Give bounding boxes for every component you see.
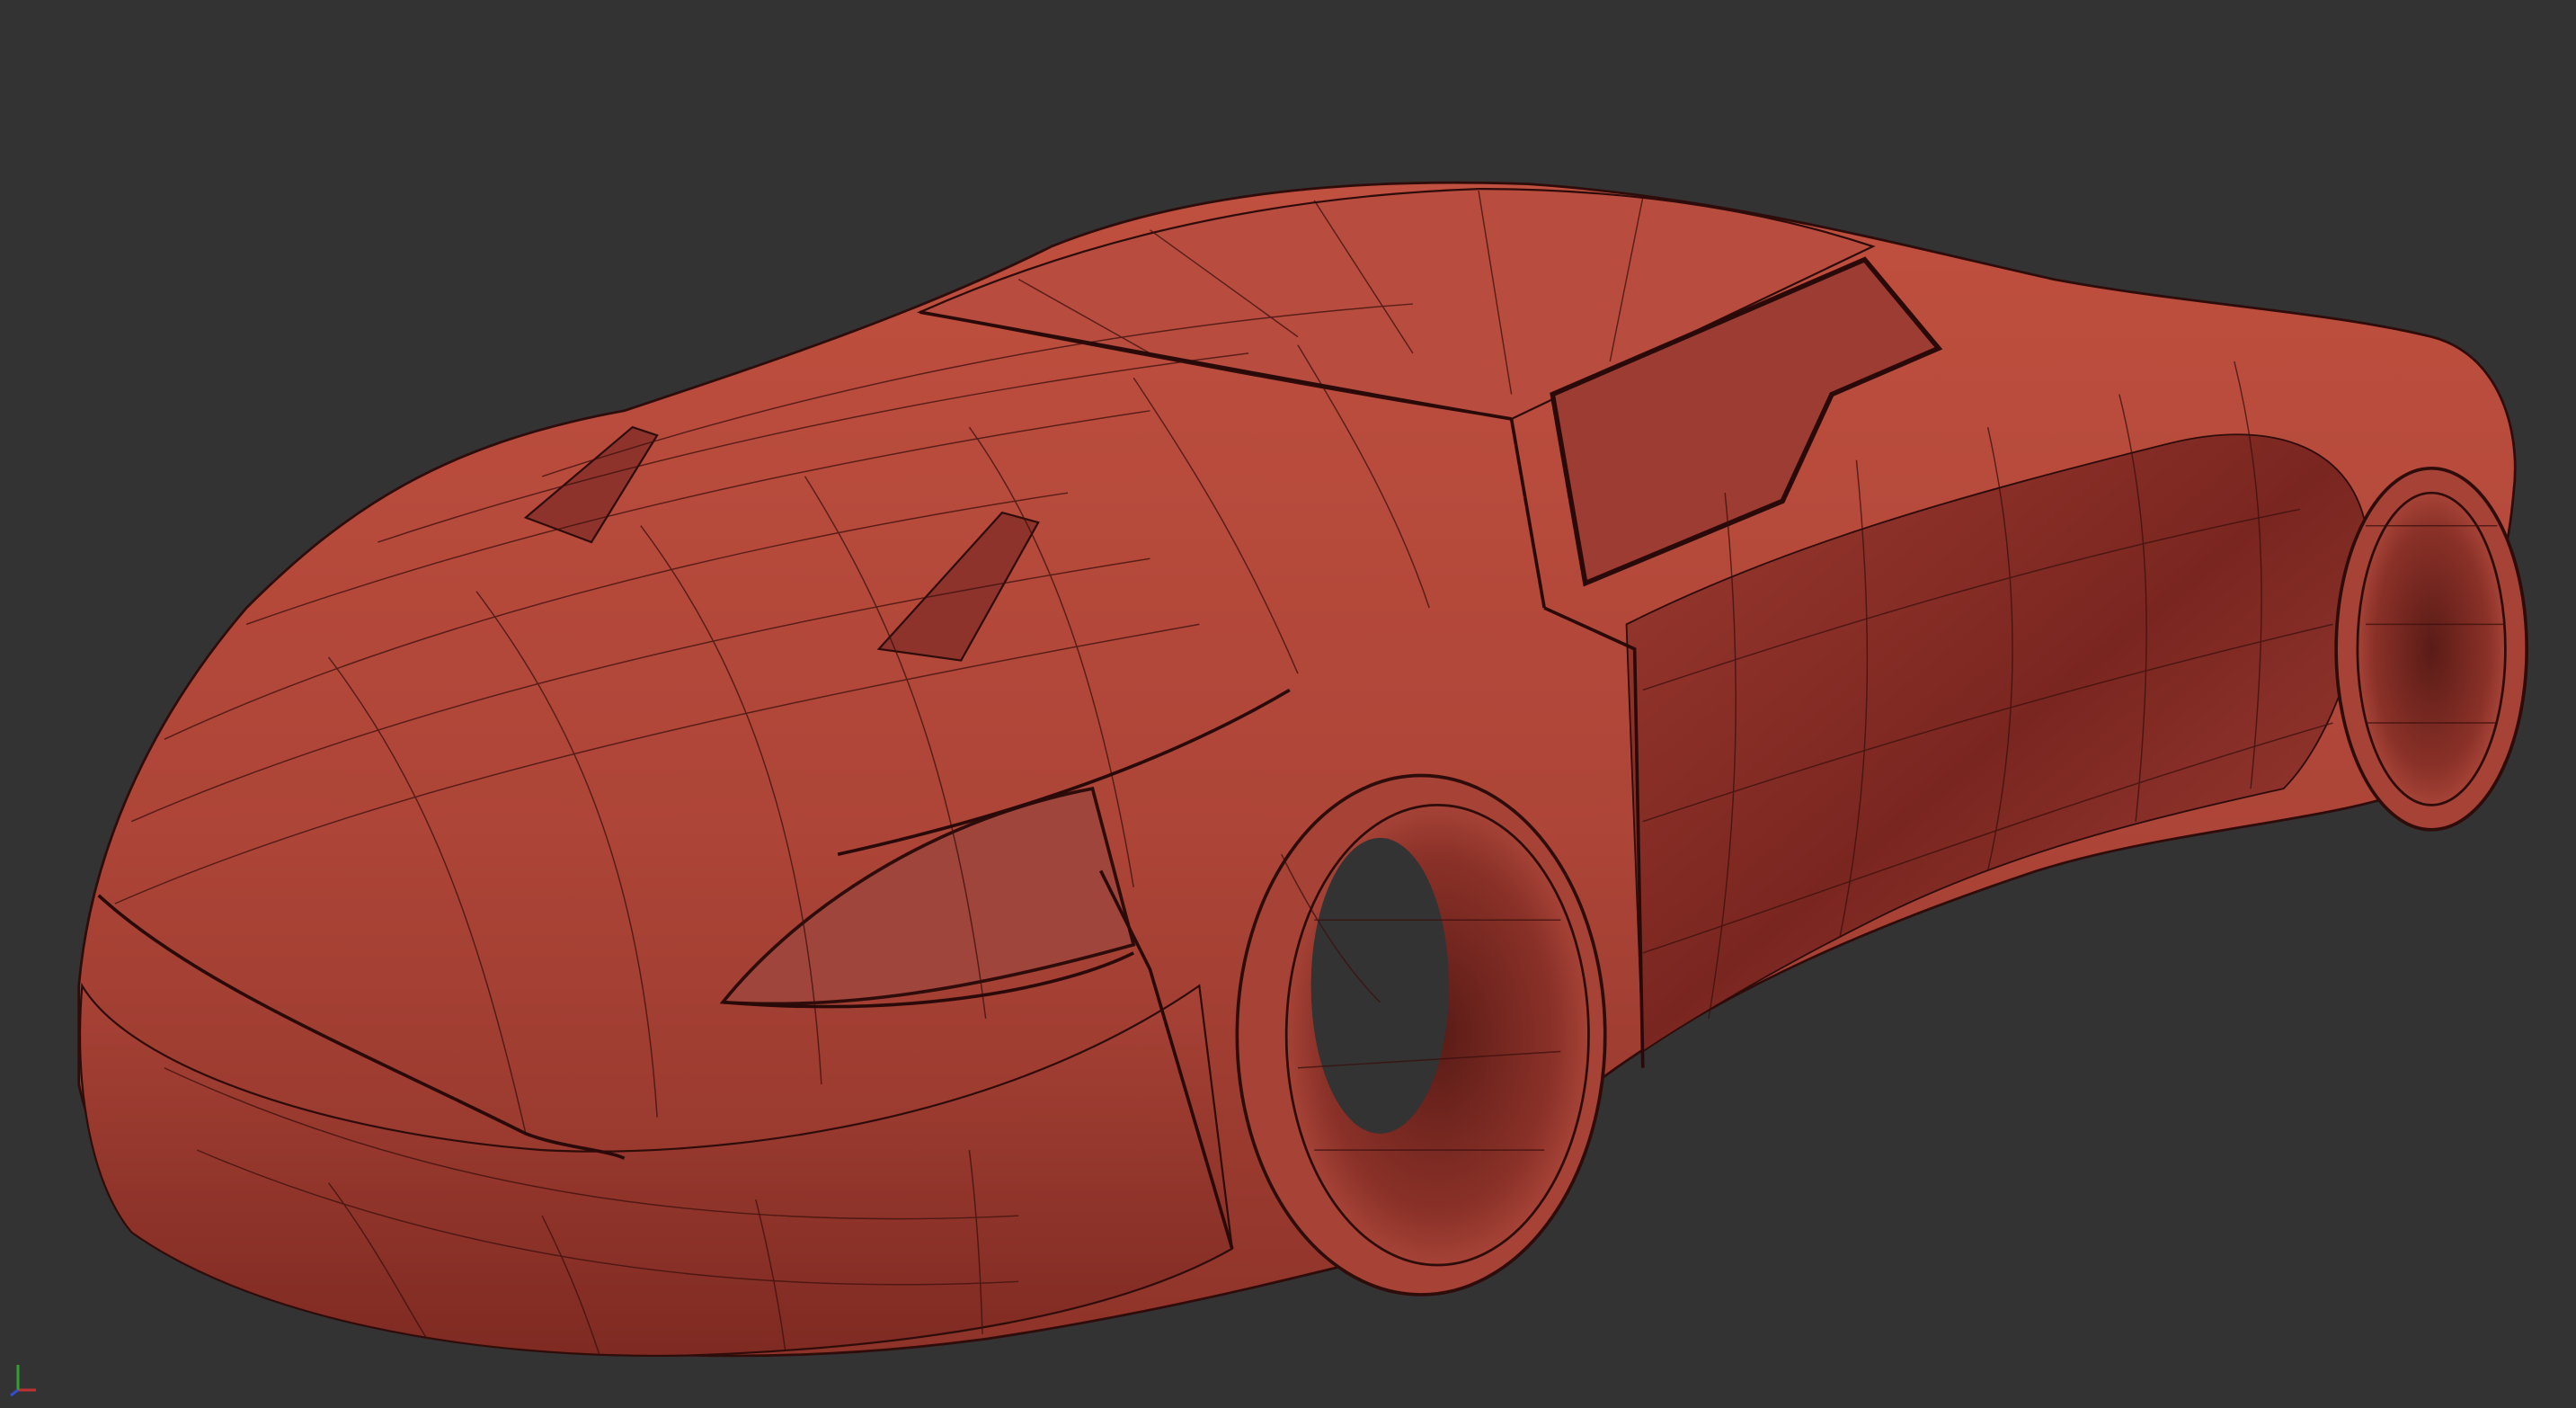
car-model[interactable]: [0, 0, 2576, 1408]
front-wheel-hole: [1310, 837, 1450, 1134]
axis-gizmo-icon: [10, 1365, 36, 1397]
rear-wheel-inner: [2356, 491, 2507, 806]
z-axis-line: [10, 1388, 19, 1397]
3d-viewport[interactable]: [0, 0, 2576, 1408]
